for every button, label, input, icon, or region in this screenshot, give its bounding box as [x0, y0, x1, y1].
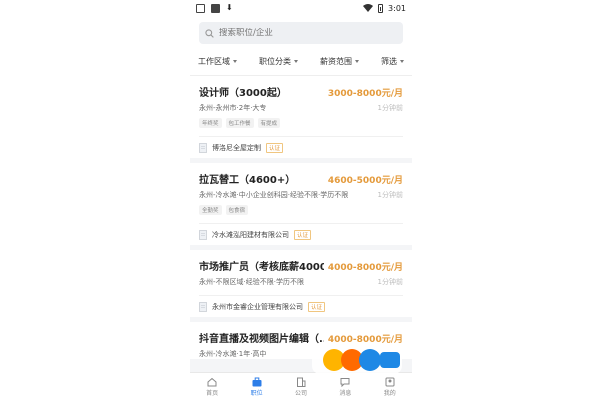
job-meta: 永州-不限区域·经验不限·学历不限: [199, 278, 304, 286]
search-box[interactable]: [199, 22, 403, 44]
job-meta: 永州-永州市·2年·大专: [199, 104, 267, 112]
download-icon: ⬇: [226, 3, 233, 12]
nav-home[interactable]: 首页: [194, 377, 230, 397]
job-card[interactable]: 设计师（3000起） 3000-8000元/月 永州-永州市·2年·大专 1分钟…: [190, 76, 412, 158]
app-notification-icon: [211, 3, 220, 13]
status-bar: ⬇ 3:01: [190, 0, 412, 16]
job-list: 设计师（3000起） 3000-8000元/月 永州-永州市·2年·大专 1分钟…: [190, 76, 412, 359]
wifi-icon: [363, 4, 374, 12]
chevron-down-icon: [355, 60, 359, 63]
notification-icon: [196, 3, 205, 13]
company-name: 博洛尼全屋定制: [212, 143, 261, 152]
filter-label: 工作区域: [198, 57, 230, 66]
job-meta: 永州-冷水滩·中小企业创科园·经验不限·学历不限: [199, 191, 349, 199]
chevron-down-icon: [400, 60, 404, 63]
home-icon: [207, 377, 217, 386]
filter-more[interactable]: 筛选: [381, 56, 404, 67]
job-time: 1分钟前: [377, 104, 403, 112]
job-tag: 包食宿: [225, 205, 249, 215]
job-tag: 年终奖: [199, 118, 222, 128]
job-tags: 全勤奖 包食宿: [199, 205, 403, 215]
document-icon: [199, 142, 207, 153]
battery-icon: [378, 3, 384, 13]
status-time: 3:01: [388, 3, 406, 13]
watermark-logo: [312, 346, 402, 374]
search-input[interactable]: [219, 28, 389, 38]
job-time: 1分钟前: [377, 278, 403, 286]
job-title: 抖音直播及视频图片编辑（...: [199, 334, 324, 345]
job-title: 拉瓦替工（4600+）: [199, 175, 296, 186]
company-name: 永州市金睿企业管理有限公司: [212, 302, 303, 311]
nav-company[interactable]: 公司: [283, 377, 319, 397]
search-area: [190, 16, 412, 48]
verified-badge: 认证: [308, 301, 326, 312]
verified-badge: 认证: [294, 229, 312, 240]
nav-label: 公司: [294, 389, 307, 397]
message-icon: [340, 377, 350, 387]
verified-badge: 认证: [266, 142, 284, 153]
profile-icon: [385, 377, 395, 386]
chevron-down-icon: [294, 60, 298, 63]
nav-messages[interactable]: 消息: [327, 377, 363, 397]
filter-bar: 工作区域 职位分类 薪资范围 筛选: [190, 48, 412, 76]
job-salary: 3000-8000元/月: [327, 89, 403, 99]
job-card[interactable]: 拉瓦替工（4600+） 4600-5000元/月 永州-冷水滩·中小企业创科园·…: [190, 163, 412, 245]
job-salary: 4600-5000元/月: [327, 176, 403, 186]
filter-label: 职位分类: [259, 57, 291, 66]
phone-screen: ⬇ 3:01 工作区域 职位分类 薪资范围: [190, 0, 412, 400]
job-title: 市场推广员（考核底薪4000...: [199, 262, 324, 273]
search-icon: [205, 28, 214, 38]
job-tag: 包工作餐: [225, 118, 254, 128]
job-time: 1分钟前: [377, 191, 403, 199]
nav-profile[interactable]: 我的: [372, 377, 408, 397]
document-icon: [199, 301, 207, 312]
nav-label: 首页: [206, 389, 219, 397]
job-card[interactable]: 市场推广员（考核底薪4000... 4000-8000元/月 永州-不限区域·经…: [190, 250, 412, 317]
briefcase-icon: [252, 377, 262, 386]
document-icon: [199, 229, 207, 240]
filter-salary[interactable]: 薪资范围: [320, 56, 359, 67]
nav-label: 我的: [383, 389, 396, 397]
job-tags: 年终奖 包工作餐 有提成: [199, 118, 403, 128]
job-title: 设计师（3000起）: [199, 88, 287, 99]
company-row[interactable]: 冷水滩泓阳建材有限公司 认证: [199, 223, 403, 245]
building-icon: [296, 377, 306, 387]
job-salary: 4000-8000元/月: [327, 263, 403, 273]
filter-area[interactable]: 工作区域: [198, 56, 237, 67]
filter-category[interactable]: 职位分类: [259, 56, 298, 67]
company-row[interactable]: 博洛尼全屋定制 认证: [199, 136, 403, 158]
filter-label: 薪资范围: [320, 57, 352, 66]
nav-jobs[interactable]: 职位: [239, 377, 275, 397]
company-name: 冷水滩泓阳建材有限公司: [212, 230, 289, 239]
job-tag: 有提成: [257, 118, 281, 128]
job-meta: 永州-冷水滩·1年·高中: [199, 350, 267, 358]
filter-label: 筛选: [381, 57, 397, 66]
chevron-down-icon: [233, 60, 237, 63]
company-row[interactable]: 永州市金睿企业管理有限公司 认证: [199, 295, 403, 317]
job-tag: 全勤奖: [199, 205, 222, 215]
nav-label: 消息: [339, 389, 352, 397]
nav-label: 职位: [250, 389, 263, 397]
